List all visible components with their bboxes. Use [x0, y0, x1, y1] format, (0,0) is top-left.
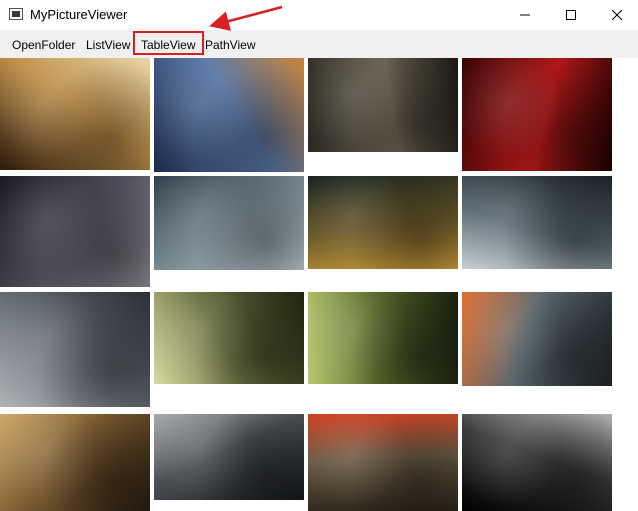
thumbnail-red-lady[interactable]: [462, 58, 612, 171]
thumbnail-tram-city-night[interactable]: [154, 58, 304, 172]
thumbnail-stormy-ship[interactable]: [0, 176, 150, 287]
thumbnail-forest-warrior[interactable]: [308, 292, 458, 384]
thumbnail-stone-castle[interactable]: [154, 176, 304, 270]
thumbnail-rain-car[interactable]: [154, 414, 304, 500]
thumbnail-city-car[interactable]: [0, 292, 150, 407]
thumbnail-forest-bridge[interactable]: [154, 292, 304, 384]
thumbnail-desk-map[interactable]: [308, 176, 458, 269]
thumbnail-dark-creature[interactable]: [462, 176, 612, 269]
annotation-arrow-icon: [209, 5, 283, 31]
thumbnail-dark-dragon[interactable]: [308, 58, 458, 152]
thumbnail-red-girl-tank[interactable]: [308, 414, 458, 511]
thumbnail-spaceship-battle[interactable]: [462, 292, 612, 386]
thumbnail-grid: [0, 58, 638, 511]
thumbnail-pirate-ships[interactable]: [0, 414, 150, 511]
thumbnail-gas-mask[interactable]: [462, 414, 612, 511]
thumbnail-golden-warrior[interactable]: [0, 58, 150, 170]
